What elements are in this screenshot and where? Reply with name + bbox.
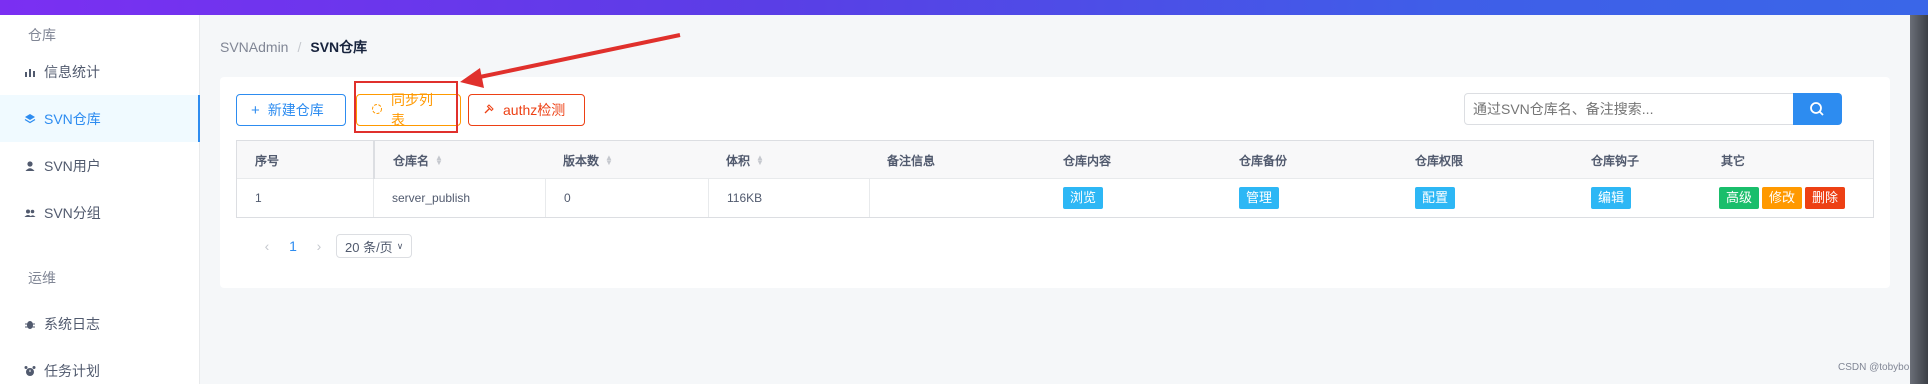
annotation-arrow [460,33,681,88]
credit-watermark: CSDN @tobybo [1838,362,1910,373]
